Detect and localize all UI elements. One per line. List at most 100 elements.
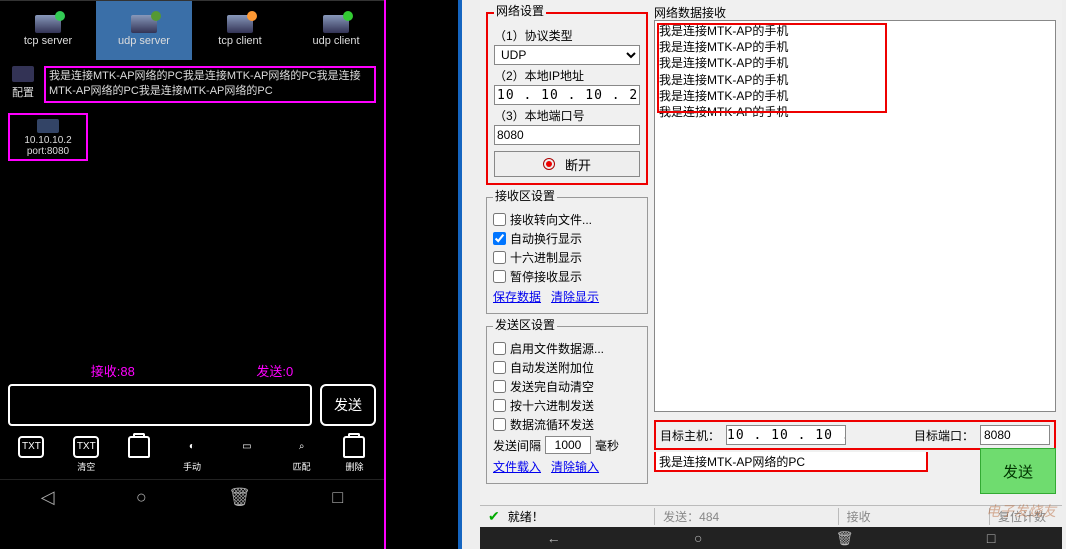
recv-line: 我是连接MTK-AP的手机 xyxy=(659,88,1051,104)
server-icon xyxy=(131,15,157,33)
group-title: 接收区设置 xyxy=(493,187,557,204)
tool-match[interactable]: ⌕匹配 xyxy=(289,436,315,473)
receive-textarea[interactable]: 我是连接MTK-AP的手机 我是连接MTK-AP的手机 我是连接MTK-AP的手… xyxy=(654,20,1056,412)
peer-port: port:8080 xyxy=(12,146,84,157)
message-input[interactable] xyxy=(8,384,312,426)
network-settings-group: 网络设置 （1）协议类型 UDP （2）本地IP地址 （3）本地端口号 断开 xyxy=(486,4,648,185)
reset-counter-button[interactable]: 复位计数 xyxy=(989,508,1054,525)
tool-label: 手动 xyxy=(183,460,201,473)
tool-txt[interactable]: TXT xyxy=(18,436,44,473)
file-load-link[interactable]: 文件载入 xyxy=(493,458,541,475)
trash-icon xyxy=(343,436,365,458)
status-rx: 接收 xyxy=(838,508,879,525)
opt-file-source[interactable]: 启用文件数据源... xyxy=(493,339,641,358)
target-host-label: 目标主机： xyxy=(660,427,720,444)
checkbox[interactable] xyxy=(493,213,506,226)
opt-auto-append[interactable]: 自动发送附加位 xyxy=(493,358,641,377)
opt-label: 按十六进制发送 xyxy=(510,397,594,414)
checkbox[interactable] xyxy=(493,342,506,355)
local-port-label: （3）本地端口号 xyxy=(494,107,640,124)
aperture-icon: ◐ xyxy=(179,436,205,458)
checkbox[interactable] xyxy=(493,232,506,245)
config-button[interactable]: 配置 xyxy=(8,66,38,100)
status-ready: 就绪！ xyxy=(508,508,544,525)
checkbox[interactable] xyxy=(493,380,506,393)
checkbox[interactable] xyxy=(493,361,506,374)
tx-counter: 发送:0 xyxy=(256,361,293,380)
tab-tcp-server[interactable]: tcp server xyxy=(0,0,96,60)
checkbox[interactable] xyxy=(493,270,506,283)
client-icon xyxy=(227,15,253,33)
recv-line: 我是连接MTK-AP的手机 xyxy=(659,39,1051,55)
home-icon[interactable]: ○ xyxy=(136,487,147,508)
tab-label: tcp server xyxy=(24,35,72,47)
checkbox[interactable] xyxy=(493,418,506,431)
protocol-select[interactable]: UDP xyxy=(494,45,640,65)
opt-recv-to-file[interactable]: 接收转向文件... xyxy=(493,210,641,229)
send-links: 文件载入 清除输入 xyxy=(493,456,641,477)
opt-hex-send[interactable]: 按十六进制发送 xyxy=(493,396,641,415)
checkbox[interactable] xyxy=(493,251,506,264)
android-navbar: ◁ ○ 🗑 □ xyxy=(0,479,384,515)
settings-column: 网络设置 （1）协议类型 UDP （2）本地IP地址 （3）本地端口号 断开 接… xyxy=(486,4,648,488)
tool-label: 清空 xyxy=(77,460,95,473)
trash-nav-icon[interactable]: 🗑 xyxy=(228,487,251,508)
interval-input[interactable] xyxy=(545,436,591,454)
disconnect-button[interactable]: 断开 xyxy=(494,151,640,177)
opt-label: 启用文件数据源... xyxy=(510,340,604,357)
opt-loop-send[interactable]: 数据流循环发送 xyxy=(493,415,641,434)
counters: 接收:88 发送:0 xyxy=(0,361,384,380)
send-button-win[interactable]: 发送 xyxy=(980,448,1056,494)
rx-counter: 接收:88 xyxy=(91,361,135,380)
search-icon: ⌕ xyxy=(289,436,315,458)
send-row: 发送 xyxy=(0,380,384,430)
opt-auto-clear[interactable]: 发送完自动清空 xyxy=(493,377,641,396)
window-body: 网络设置 （1）协议类型 UDP （2）本地IP地址 （3）本地端口号 断开 接… xyxy=(480,0,1062,549)
trash-icon-win[interactable]: 🗑 xyxy=(836,530,854,547)
status-bar: ✔ 就绪！ 发送：484 接收 复位计数 xyxy=(480,505,1062,527)
send-button[interactable]: 发送 xyxy=(320,384,376,426)
interval-unit: 毫秒 xyxy=(595,437,619,454)
recv-links: 保存数据 清除显示 xyxy=(493,286,641,307)
local-ip-input[interactable] xyxy=(494,85,640,105)
save-data-link[interactable]: 保存数据 xyxy=(493,288,541,305)
opt-auto-wrap[interactable]: 自动换行显示 xyxy=(493,229,641,248)
local-port-input[interactable] xyxy=(494,125,640,145)
camera-icon: ▭ xyxy=(234,436,260,458)
back-icon[interactable]: ← xyxy=(547,530,561,546)
checkbox[interactable] xyxy=(493,399,506,412)
windows-navbar: ← ○ 🗑 □ xyxy=(480,527,1062,549)
group-title: 发送区设置 xyxy=(493,316,557,333)
tab-udp-server[interactable]: udp server xyxy=(96,0,192,60)
tool-camera[interactable]: ▭ xyxy=(234,436,260,473)
target-port-input[interactable] xyxy=(980,425,1050,445)
recent-icon[interactable]: □ xyxy=(332,487,343,508)
recent-icon-win[interactable]: □ xyxy=(987,530,995,546)
send-text-input[interactable] xyxy=(654,452,928,472)
tab-tcp-client[interactable]: tcp client xyxy=(192,0,288,60)
tab-udp-client[interactable]: udp client xyxy=(288,0,384,60)
back-icon[interactable]: ◁ xyxy=(41,487,55,508)
tool-trash[interactable] xyxy=(128,436,150,473)
received-message: 我是连接MTK-AP网络的PC我是连接MTK-AP网络的PC我是连接MTK-AP… xyxy=(44,66,376,103)
receive-settings-group: 接收区设置 接收转向文件... 自动换行显示 十六进制显示 暂停接收显示 保存数… xyxy=(486,189,648,314)
mobile-panel: tcp server udp server tcp client udp cli… xyxy=(0,0,386,549)
target-host-input[interactable] xyxy=(726,425,846,445)
group-title: 网络设置 xyxy=(494,2,546,19)
opt-hex-display[interactable]: 十六进制显示 xyxy=(493,248,641,267)
clear-input-link[interactable]: 清除输入 xyxy=(551,458,599,475)
connection-info[interactable]: 10.10.10.2 port:8080 xyxy=(8,113,88,161)
clear-display-link[interactable]: 清除显示 xyxy=(551,288,599,305)
tab-label: udp client xyxy=(312,35,359,47)
tool-delete[interactable]: 删除 xyxy=(343,436,365,473)
opt-label: 自动发送附加位 xyxy=(510,359,594,376)
tool-label: 删除 xyxy=(345,460,363,473)
tool-txt-clear[interactable]: TXT清空 xyxy=(73,436,99,473)
tool-manual[interactable]: ◐ 手动 xyxy=(179,436,205,473)
opt-label: 十六进制显示 xyxy=(510,249,582,266)
opt-pause-recv[interactable]: 暂停接收显示 xyxy=(493,267,641,286)
recv-line: 我是连接MTK-AP的手机 xyxy=(659,104,1051,120)
config-label: 配置 xyxy=(12,84,34,100)
home-icon-win[interactable]: ○ xyxy=(694,530,702,546)
send-interval-row: 发送间隔 毫秒 xyxy=(493,434,641,456)
